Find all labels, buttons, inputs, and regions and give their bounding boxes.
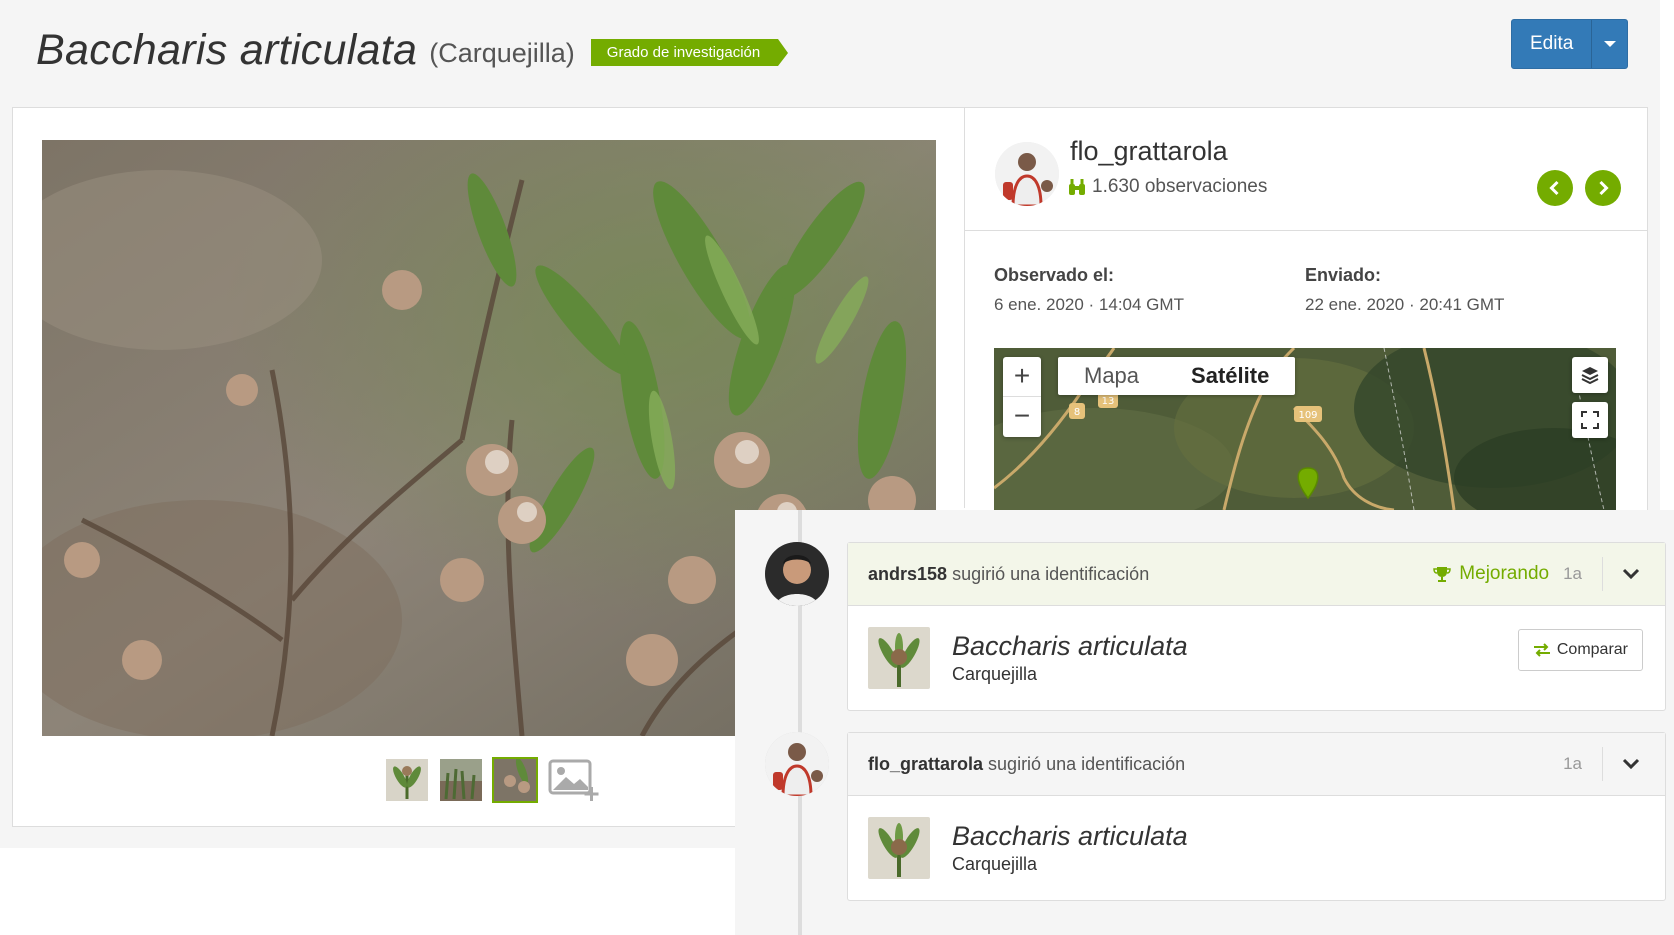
chevron-right-icon [1599,180,1609,196]
observer-divider [965,230,1648,231]
observation-count-text: 1.630 observaciones [1092,176,1268,197]
zoom-in-button[interactable]: + [1003,357,1041,397]
photo-thumbnails [384,757,602,803]
identification-summary: andrs158 sugirió una identificación [868,564,1149,585]
exchange-icon [1533,643,1550,657]
chevron-left-icon [1549,180,1559,196]
activity-feed: andrs158 sugirió una identificación Mejo… [735,510,1674,935]
fullscreen-icon [1581,411,1599,429]
identification-action: sugirió una identificación [988,753,1186,774]
andrs158-avatar[interactable] [765,542,829,606]
page-edge [1660,0,1674,510]
chevron-down-icon [1622,758,1640,770]
identification-summary: flo_grattarola sugirió una identificació… [868,754,1185,775]
edit-button[interactable]: Edita [1511,19,1628,69]
identifier-username[interactable]: flo_grattarola [868,754,983,774]
submitted-date-label: Enviado: [1305,265,1382,285]
add-photo-icon[interactable] [548,757,602,803]
identification-time: 1a [1563,564,1582,583]
taxon-common-name: Carquejilla [952,854,1038,874]
identification-action: sugirió una identificación [952,563,1150,584]
edit-button-label[interactable]: Edita [1512,20,1591,68]
layers-icon [1581,367,1599,385]
observer-avatar[interactable] [995,142,1059,206]
observation-navigation [1537,170,1621,206]
photo-thumbnail[interactable] [384,757,430,803]
chevron-down-icon [1622,568,1640,580]
identifier-username[interactable]: andrs158 [868,564,947,584]
observation-map[interactable]: 8 13 109 + − Mapa Satélite [994,348,1616,510]
zoom-out-button[interactable]: − [1003,397,1041,437]
compare-button[interactable]: Comparar [1517,629,1643,671]
identification-header: andrs158 sugirió una identificación Mejo… [848,543,1665,606]
road-label: 109 [1298,410,1317,421]
identification-body: Baccharis articulata Carquejilla [848,796,1665,900]
taxon-scientific-name[interactable]: Baccharis articulata [952,631,1188,662]
taxon-common-name: Carquejilla [952,664,1038,684]
identification-body: Baccharis articulata Carquejilla Compara… [848,606,1665,710]
map-zoom-controls: + − [1003,357,1041,437]
next-observation-button[interactable] [1585,170,1621,206]
binoculars-icon [1069,179,1085,195]
layers-button[interactable] [1572,357,1608,393]
identification-menu-toggle[interactable] [1617,568,1645,580]
panel-divider [964,108,965,508]
photo-thumbnail-active[interactable] [492,757,538,803]
observer-observation-count[interactable]: 1.630 observaciones [1068,176,1267,198]
observation-title: Baccharis articulata (Carquejilla) Grado… [36,20,789,80]
identification-meta: Mejorando 1a [1433,557,1645,591]
submitted-date-value: 22 ene. 2020 · 20:41 GMT [1305,295,1505,314]
map-type-map-button[interactable]: Mapa [1058,357,1165,395]
observed-date-value: 6 ene. 2020 · 14:04 GMT [994,295,1184,314]
taxon-names: Baccharis articulata Carquejilla [952,631,1188,685]
trophy-icon [1433,567,1452,582]
taxon-common-name: (Carquejilla) [429,37,575,68]
map-type-toggle: Mapa Satélite [1058,357,1296,395]
taxon-scientific-name[interactable]: Baccharis articulata [36,26,417,75]
taxon-scientific-name[interactable]: Baccharis articulata [952,821,1188,852]
taxon-names: Baccharis articulata Carquejilla [952,821,1188,875]
previous-observation-button[interactable] [1537,170,1573,206]
fullscreen-button[interactable] [1572,402,1608,438]
header-separator [1602,747,1603,781]
identification-card: andrs158 sugirió una identificación Mejo… [847,542,1666,711]
compare-label: Comparar [1556,641,1628,658]
improving-label: Mejorando [1459,563,1550,584]
identification-menu-toggle[interactable] [1617,758,1645,770]
road-label: 13 [1102,396,1115,407]
identification-meta: 1a [1563,747,1645,781]
road-label: 8 [1074,407,1080,418]
observed-date-label: Observado el: [994,265,1115,285]
taxon-photo[interactable] [868,627,930,689]
edit-dropdown-toggle[interactable] [1591,20,1627,68]
caret-down-icon [1603,41,1616,47]
observer-username[interactable]: flo_grattarola [1070,136,1228,167]
map-type-satellite-button[interactable]: Satélite [1165,357,1295,395]
identification-card: flo_grattarola sugirió una identificació… [847,732,1666,901]
photo-thumbnail[interactable] [438,757,484,803]
header-separator [1602,557,1603,591]
improving-status: Mejorando [1433,563,1549,585]
taxon-photo[interactable] [868,817,930,879]
identification-header: flo_grattarola sugirió una identificació… [848,733,1665,796]
quality-grade-badge: Grado de investigación [590,38,789,66]
identification-time: 1a [1563,754,1582,773]
flo_grattarola-avatar[interactable] [765,732,829,796]
